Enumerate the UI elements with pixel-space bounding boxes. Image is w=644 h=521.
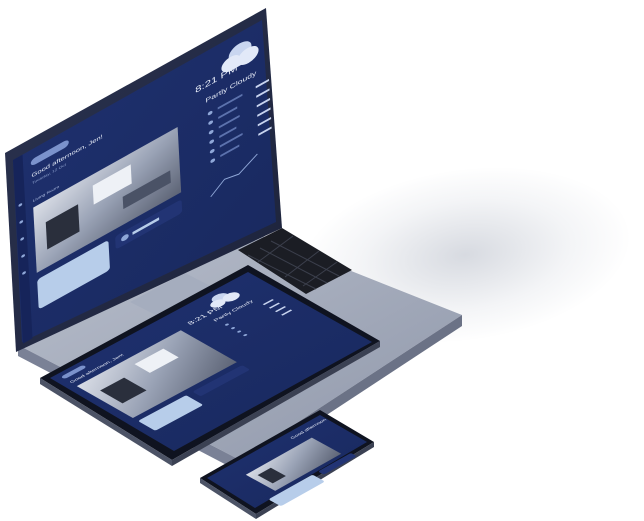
devices-illustration: Good afternoon, Jen! Tuesday, 12 Oct Liv…: [5, 8, 462, 519]
device-mockup-scene: Good afternoon, Jen! Tuesday, 12 Oct Liv…: [0, 0, 644, 521]
